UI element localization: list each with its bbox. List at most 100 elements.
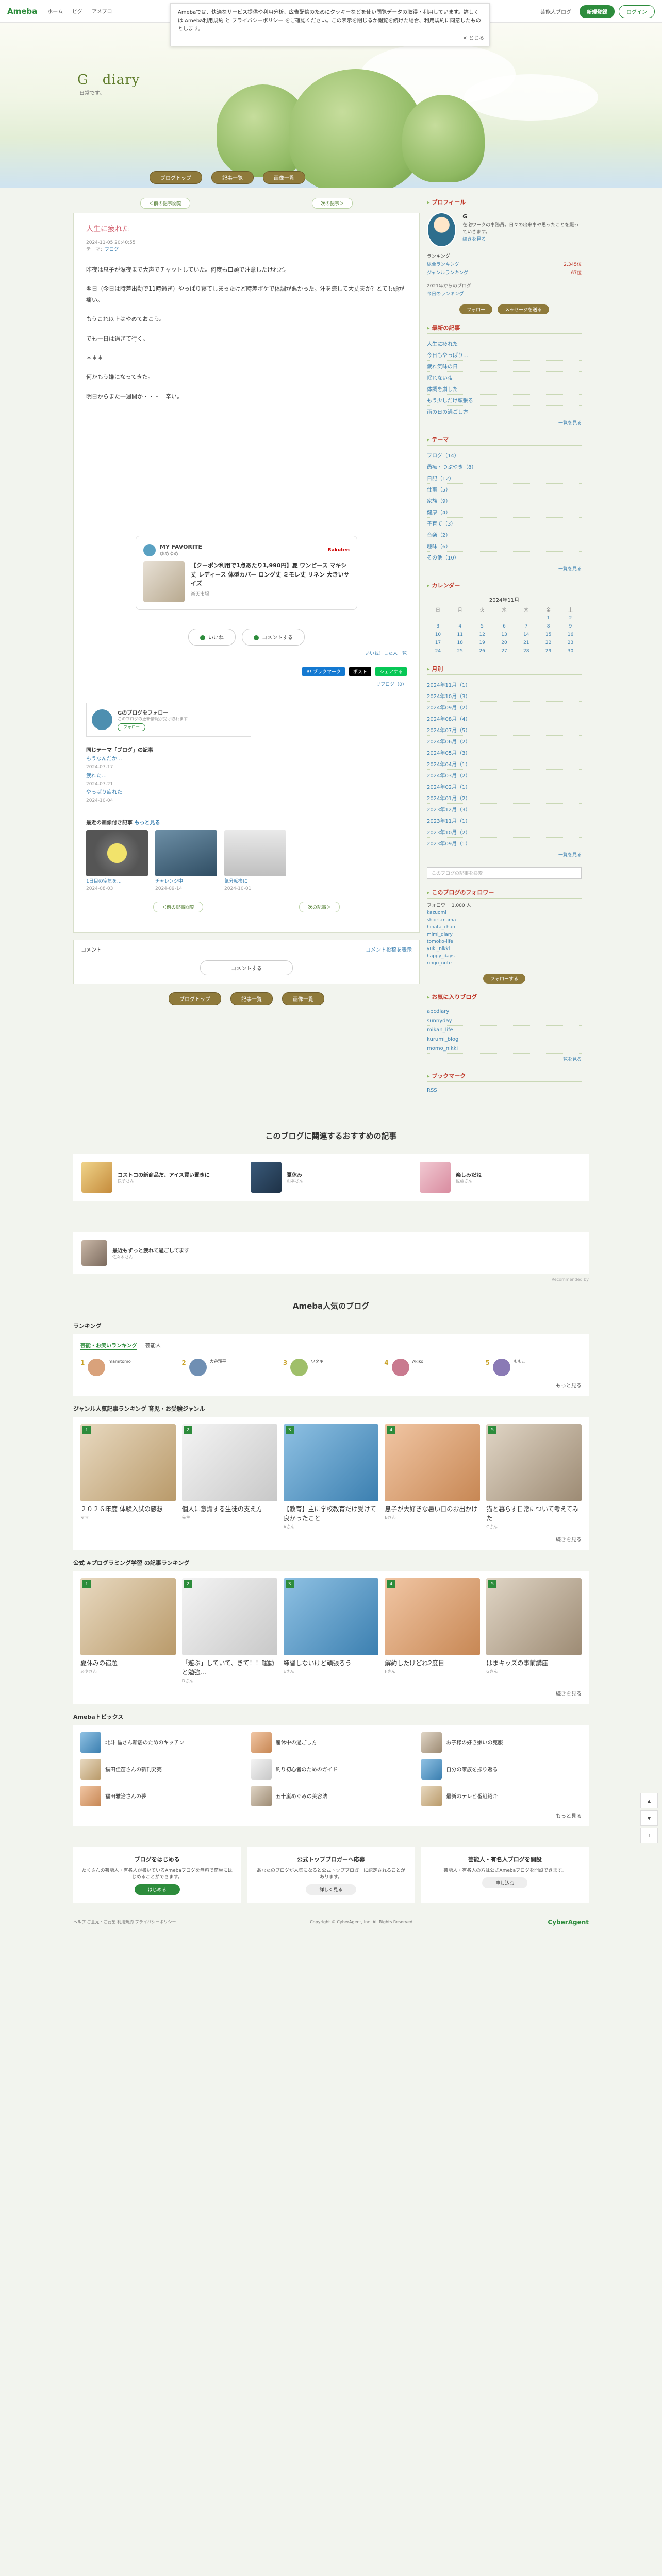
topic-image[interactable] <box>251 1785 272 1806</box>
entry-list-button-bottom[interactable]: 記事一覧 <box>230 992 273 1006</box>
topic-image[interactable] <box>80 1732 101 1753</box>
sidebar-follow-button[interactable]: フォロー <box>459 304 493 315</box>
archive-link[interactable]: 2024年05月（3） <box>427 747 582 759</box>
ranking-article[interactable]: 3 練習しないけど頑張ろう Eさん <box>283 1578 379 1684</box>
ranking-article-title[interactable]: 練習しないけど頑張ろう <box>284 1658 379 1668</box>
ranking-article-image[interactable]: 4 <box>385 1578 481 1655</box>
topic-title[interactable]: 北斗 晶さん新居のためのキッチン <box>105 1738 184 1746</box>
rank-name[interactable]: ももこ <box>514 1359 526 1376</box>
archive-link[interactable]: 2024年02月（1） <box>427 781 582 793</box>
topic-title[interactable]: 釣り初心者のためのガイド <box>276 1765 338 1773</box>
recent-entry-link[interactable]: 今日もやっぱり… <box>427 349 582 361</box>
recent-entries-more[interactable]: 一覧を見る <box>427 419 582 426</box>
rank-avatar[interactable] <box>492 1358 510 1376</box>
theme-link[interactable]: 子育て（3） <box>427 518 582 530</box>
recommend-item[interactable]: 夏休み 山本さん <box>251 1161 411 1193</box>
ranking-article[interactable]: 5 猫と暮らす日常について考えてみた Cさん <box>486 1423 582 1530</box>
recent-item-title[interactable]: チャレンジ中 <box>155 879 183 884</box>
next-entry-link[interactable]: 次の記事＞ <box>311 198 353 209</box>
same-theme-item[interactable]: 疲れた… <box>86 773 107 779</box>
recent-entry-link[interactable]: 眠れない夜 <box>427 372 582 384</box>
topic-image[interactable] <box>80 1758 101 1780</box>
recent-item-image[interactable] <box>155 830 217 877</box>
follower-name[interactable]: ringo_note <box>427 960 582 968</box>
prev-entry-link[interactable]: ＜前の記事閲覧 <box>140 198 191 209</box>
tab-celebrity[interactable]: 芸能人 <box>145 1341 161 1350</box>
ranking-article-title[interactable]: はまキッズの事前講座 <box>486 1658 582 1668</box>
topic-title[interactable]: 自分の家族を振り返る <box>446 1765 498 1773</box>
promo-start-button[interactable]: はじめる <box>134 1884 180 1895</box>
ranking-article-title[interactable]: 個人に意識する生徒の支え方 <box>182 1504 277 1514</box>
calendar-day[interactable]: 13 <box>493 631 516 639</box>
recommend-single[interactable]: 最近もずっと疲れて過ごしてます 佐々木さん <box>73 1231 589 1274</box>
theme-link[interactable]: 日記（12） <box>427 472 582 484</box>
recent-item-image[interactable] <box>86 830 148 877</box>
ranking-article-image[interactable]: 1 <box>80 1423 176 1501</box>
theme-link[interactable]: 仕事（5） <box>427 484 582 496</box>
official-more-link[interactable]: 続きを見る <box>80 1689 582 1697</box>
ranking-article-title[interactable]: 解約したけどね2度目 <box>385 1658 480 1668</box>
nav-pigg[interactable]: ピグ <box>72 7 82 15</box>
rank-name[interactable]: Akiko <box>412 1359 424 1376</box>
favorite-item[interactable]: 【クーポン利用で1点あたり1,990円】夏 ワンピース マキシ丈 レディース 体… <box>143 561 350 603</box>
calendar-day[interactable]: 22 <box>537 639 559 647</box>
topic-image[interactable] <box>251 1732 272 1753</box>
archive-link[interactable]: 2024年10月（3） <box>427 690 582 702</box>
rank-avatar[interactable] <box>189 1358 207 1376</box>
topic-item[interactable]: 福田雅治さんの夢 <box>80 1785 241 1806</box>
recent-entry-link[interactable]: 体調を崩した <box>427 383 582 395</box>
ranking-article-image[interactable]: 5 <box>486 1423 582 1501</box>
calendar-day[interactable]: 6 <box>493 622 516 631</box>
theme-link[interactable]: 音楽（2） <box>427 529 582 541</box>
recommend-item[interactable]: 楽しみだね 佐藤さん <box>420 1161 581 1193</box>
theme-link[interactable]: その他（10） <box>427 552 582 564</box>
ranking-article-image[interactable]: 3 <box>283 1578 379 1655</box>
blog-title[interactable]: G diary <box>77 69 140 88</box>
follower-name[interactable]: kazuomi <box>427 910 582 917</box>
topic-image[interactable] <box>80 1785 101 1806</box>
topic-title[interactable]: お子様の好き嫌いの克服 <box>446 1738 503 1746</box>
ranking-article-image[interactable]: 2 <box>181 1578 277 1655</box>
author-follow-button[interactable]: フォロー <box>118 723 145 732</box>
theme-link[interactable]: 健康（4） <box>427 506 582 518</box>
rank-avatar[interactable] <box>290 1358 308 1376</box>
rank-card[interactable]: 3 ワタキ <box>283 1358 379 1376</box>
ranking-article[interactable]: 4 解約したけどね2度目 Fさん <box>385 1578 481 1684</box>
entry-theme-link[interactable]: ブログ <box>105 247 119 252</box>
recommend-title[interactable]: 夏休み <box>287 1171 303 1178</box>
ranking-article-title[interactable]: 「遊ぶ」していて、きて！！運動と勉強… <box>182 1658 277 1677</box>
ranking-article[interactable]: 2 個人に意識する生徒の支え方 先生 <box>181 1423 277 1530</box>
rss-link[interactable]: RSS <box>427 1086 582 1095</box>
topic-image[interactable] <box>421 1758 442 1780</box>
bookmark-link[interactable]: abcdiary <box>427 1007 582 1016</box>
entry-list-button[interactable]: 記事一覧 <box>211 171 254 184</box>
same-theme-item[interactable]: やっぱり疲れた <box>86 790 122 795</box>
favorite-item-image[interactable] <box>143 561 185 603</box>
recommend-image[interactable] <box>420 1161 451 1193</box>
calendar-day[interactable]: 28 <box>515 647 537 655</box>
recent-entry-link[interactable]: もう少しだけ頑張る <box>427 395 582 406</box>
archive-link[interactable]: 2023年11月（1） <box>427 815 582 827</box>
topic-item[interactable]: 猫田佳苗さんの新刊発売 <box>80 1758 241 1780</box>
theme-link[interactable]: 趣味（6） <box>427 540 582 552</box>
followers-follow-button[interactable]: フォローする <box>483 973 525 984</box>
scroll-up-icon[interactable]: ▲ <box>640 1793 658 1808</box>
ranking-article[interactable]: 4 息子が大好きな暑い日のお出かけ Bさん <box>385 1423 481 1530</box>
same-theme-item[interactable]: もうなんだか… <box>86 756 122 762</box>
image-list-button[interactable]: 画像一覧 <box>263 171 305 184</box>
follower-name[interactable]: yuki_nikki <box>427 946 582 953</box>
recent-entry-link[interactable]: 疲れ気味の日 <box>427 361 582 372</box>
since-rank-link[interactable]: 今日のランキング <box>427 292 464 297</box>
calendar-day[interactable]: 1 <box>537 614 559 622</box>
calendar-day[interactable]: 17 <box>427 639 449 647</box>
ameba-logo[interactable]: Ameba <box>7 7 37 16</box>
cookie-close-button[interactable]: ✕ とじる <box>462 35 484 43</box>
recommend-image[interactable] <box>81 1161 112 1193</box>
genre-more-link[interactable]: 続きを見る <box>80 1535 582 1543</box>
login-button[interactable]: ログイン <box>619 5 655 18</box>
recent-item[interactable]: 1日目の空気を… 2024-08-03 <box>86 830 148 892</box>
calendar-day[interactable]: 7 <box>515 622 537 631</box>
ranking-article-image[interactable]: 2 <box>181 1423 277 1501</box>
rank-avatar[interactable] <box>391 1358 409 1376</box>
ranking-article-title[interactable]: 【教育】主に学校教育だけ受けて良かったこと <box>284 1504 379 1523</box>
